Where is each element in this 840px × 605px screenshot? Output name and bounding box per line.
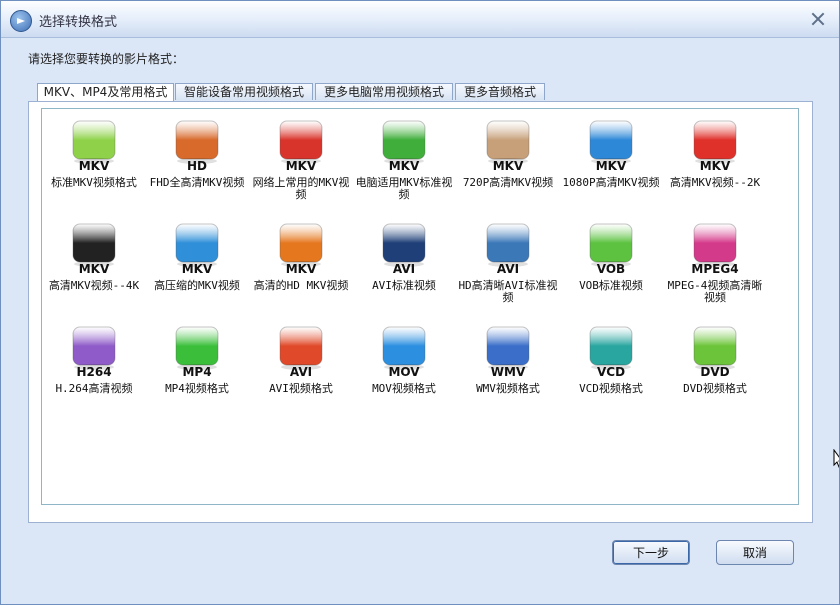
teal-box-icon <box>584 323 638 371</box>
format-label: MKV <box>181 262 213 276</box>
format-tile[interactable]: AVI AVI视频格式 <box>249 319 353 415</box>
format-caption: MP4视频格式 <box>165 382 229 395</box>
format-label: MOV <box>388 365 420 379</box>
format-caption: MPEG-4视频高清晰视频 <box>667 279 763 304</box>
format-caption: HD高清晰AVI标准视频 <box>458 279 558 304</box>
format-caption: 高清MKV视频--2K <box>669 176 761 189</box>
popcorn-icon <box>274 323 328 371</box>
format-tile[interactable]: MKV 电脑适用MKV标准视频 <box>352 113 456 209</box>
format-caption: 网络上常用的MKV视频 <box>252 176 350 201</box>
black-reel-icon <box>67 220 121 268</box>
tab-common-formats[interactable]: MKV、MP4及常用格式 <box>37 83 174 102</box>
format-caption: H.264高清视频 <box>55 382 133 395</box>
format-caption: 720P高清MKV视频 <box>462 176 554 189</box>
format-caption: 电脑适用MKV标准视频 <box>355 176 453 201</box>
format-caption: 高压缩的MKV视频 <box>154 279 240 292</box>
format-caption: 1080P高清MKV视频 <box>562 176 660 189</box>
format-label: MPEG4 <box>691 262 739 276</box>
format-label: HD <box>186 159 207 173</box>
format-label: AVI <box>289 365 313 379</box>
format-label: VOB <box>596 262 626 276</box>
format-caption: DVD视频格式 <box>683 382 747 395</box>
tab-pc-formats[interactable]: 更多电脑常用视频格式 <box>315 83 453 100</box>
format-label: MKV <box>388 159 420 173</box>
format-label: VCD <box>596 365 626 379</box>
phone-icon <box>481 117 535 165</box>
format-caption: VOB标准视频 <box>579 279 643 292</box>
cancel-button[interactable]: 取消 <box>716 540 794 565</box>
format-label: DVD <box>700 365 730 379</box>
format-tile[interactable]: MKV 高压缩的MKV视频 <box>145 216 249 312</box>
format-tile[interactable]: MKV 1080P高清MKV视频 <box>559 113 663 209</box>
format-prompt: 请选择您要转换的影片格式： <box>28 52 185 66</box>
windows-screen-icon <box>481 323 535 371</box>
format-label: AVI <box>496 262 520 276</box>
window-title: 选择转换格式 <box>39 15 118 30</box>
blue-clock-icon <box>170 220 224 268</box>
format-tile[interactable]: MP4 MP4视频格式 <box>145 319 249 415</box>
format-tile[interactable]: HD FHD全高清MKV视频 <box>145 113 249 209</box>
format-tile[interactable]: MKV 网络上常用的MKV视频 <box>249 113 353 209</box>
format-grid: MKV 标准MKV视频格式 HD FHD全高清MKV视频 MKV 网络上常用的MKV视频 M… <box>41 108 799 505</box>
tv-screens-icon <box>170 117 224 165</box>
format-tile[interactable]: MKV 高清MKV视频--4K <box>42 216 146 312</box>
green-box-icon <box>67 117 121 165</box>
screen-icon <box>688 220 742 268</box>
format-caption: 高清MKV视频--4K <box>48 279 140 292</box>
format-label: MKV <box>78 159 110 173</box>
format-tile[interactable]: MOV MOV视频格式 <box>352 319 456 415</box>
format-tile[interactable]: AVI AVI标准视频 <box>352 216 456 312</box>
format-label: H264 <box>76 365 112 379</box>
format-tile[interactable]: MKV 标准MKV视频格式 <box>42 113 146 209</box>
format-label: MKV <box>595 159 627 173</box>
dialog-window: 选择转换格式 请选择您要转换的影片格式： MKV、MP4及常用格式 智能设备常用… <box>0 0 840 605</box>
format-tile[interactable]: MKV 720P高清MKV视频 <box>456 113 560 209</box>
app-logo-icon <box>10 10 32 32</box>
title-bar[interactable]: 选择转换格式 <box>1 1 839 38</box>
format-caption: 高清的HD MKV视频 <box>253 279 349 292</box>
format-caption: AVI标准视频 <box>372 279 436 292</box>
globe-icon <box>481 220 535 268</box>
format-caption: AVI视频格式 <box>269 382 333 395</box>
green-disc-icon <box>584 220 638 268</box>
next-button[interactable]: 下一步 <box>612 540 690 565</box>
gift-box-icon <box>584 117 638 165</box>
orange-player-icon <box>274 220 328 268</box>
format-caption: VCD视频格式 <box>579 382 643 395</box>
format-tile[interactable]: VOB VOB标准视频 <box>559 216 663 312</box>
format-label: MKV <box>285 262 317 276</box>
format-label: WMV <box>490 365 526 379</box>
format-label: MKV <box>78 262 110 276</box>
format-tile[interactable]: AVI HD高清晰AVI标准视频 <box>456 216 560 312</box>
format-tile[interactable]: WMV WMV视频格式 <box>456 319 560 415</box>
format-tile[interactable]: MPEG4 MPEG-4视频高清晰视频 <box>663 216 767 312</box>
format-caption: MOV视频格式 <box>372 382 436 395</box>
format-caption: FHD全高清MKV视频 <box>149 176 245 189</box>
green-orb-icon <box>170 323 224 371</box>
format-tile[interactable]: MKV 高清的HD MKV视频 <box>249 216 353 312</box>
format-tile[interactable]: MKV 高清MKV视频--2K <box>663 113 767 209</box>
format-caption: WMV视频格式 <box>476 382 540 395</box>
purple-lens-icon <box>67 323 121 371</box>
format-label: MKV <box>285 159 317 173</box>
green-leaf-icon <box>377 117 431 165</box>
format-caption: 标准MKV视频格式 <box>51 176 137 189</box>
green-dvd-icon <box>688 323 742 371</box>
quicktime-icon <box>377 323 431 371</box>
format-tile[interactable]: VCD VCD视频格式 <box>559 319 663 415</box>
format-label: MKV <box>492 159 524 173</box>
format-tile[interactable]: H264 H.264高清视频 <box>42 319 146 415</box>
tab-audio-formats[interactable]: 更多音频格式 <box>455 83 545 100</box>
format-tile[interactable]: DVD DVD视频格式 <box>663 319 767 415</box>
tab-smart-devices[interactable]: 智能设备常用视频格式 <box>175 83 313 100</box>
red-play-icon <box>688 117 742 165</box>
mouse-cursor-icon <box>833 449 839 468</box>
monitor-icon <box>377 220 431 268</box>
format-label: AVI <box>392 262 416 276</box>
format-label: MKV <box>699 159 731 173</box>
film-reel-icon <box>274 117 328 165</box>
close-icon[interactable] <box>807 10 829 28</box>
format-label: MP4 <box>182 365 212 379</box>
